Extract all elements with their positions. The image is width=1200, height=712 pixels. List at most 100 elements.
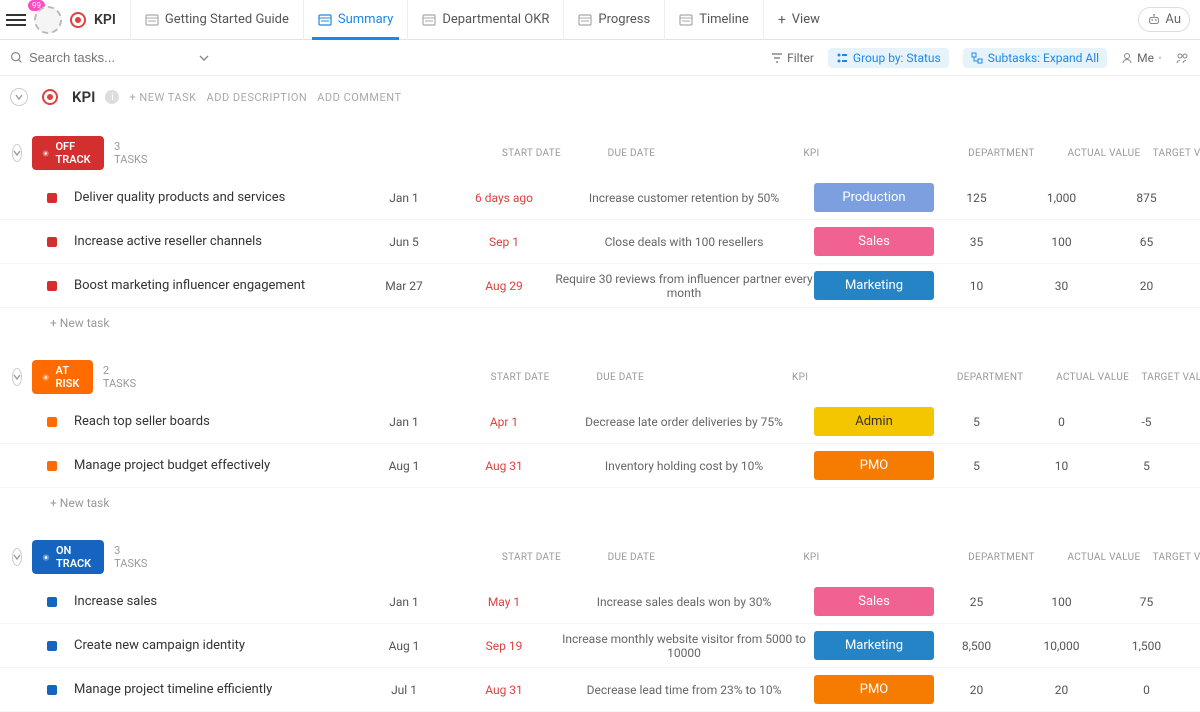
task-status-icon[interactable] [47,193,57,203]
info-icon[interactable]: i [105,90,119,104]
task-status-icon[interactable] [47,641,57,651]
task-due-date[interactable]: May 1 [454,595,554,609]
task-actual[interactable]: 20 [934,683,1019,697]
search-box[interactable] [10,50,149,65]
task-target[interactable]: 20 [1019,683,1104,697]
task-department[interactable]: Production [814,183,934,212]
task-row[interactable]: Reach top seller boards Jan 1 Apr 1 Decr… [0,400,1200,444]
task-kpi[interactable]: Decrease lead time from 23% to 10% [554,683,814,697]
task-kpi[interactable]: Increase monthly website visitor from 50… [554,632,814,660]
task-kpi[interactable]: Inventory holding cost by 10% [554,459,814,473]
col-start[interactable]: START DATE [470,372,570,383]
col-target[interactable]: TARGET VALUE [1146,552,1200,563]
col-actual[interactable]: ACTUAL VALUE [1050,372,1135,383]
task-name[interactable]: Manage project timeline efficiently [74,682,354,697]
task-due-date[interactable]: Sep 19 [454,639,554,653]
task-start-date[interactable]: Aug 1 [354,639,454,653]
col-target[interactable]: TARGET VALUE [1146,148,1200,159]
task-start-date[interactable]: Jun 5 [354,235,454,249]
task-due-date[interactable]: Sep 1 [454,235,554,249]
task-name[interactable]: Increase sales [74,594,354,609]
task-due-date[interactable]: Aug 31 [454,683,554,697]
col-dept[interactable]: DEPARTMENT [941,148,1061,159]
task-target[interactable]: 100 [1019,235,1104,249]
task-row[interactable]: Manage project budget effectively Aug 1 … [0,444,1200,488]
task-start-date[interactable]: Jan 1 [354,415,454,429]
add-description-button[interactable]: ADD DESCRIPTION [207,91,308,104]
task-department[interactable]: Sales [814,227,934,256]
task-status-icon[interactable] [47,461,57,471]
task-actual[interactable]: 5 [934,415,1019,429]
task-row[interactable]: Create new campaign identity Aug 1 Sep 1… [0,624,1200,668]
col-start[interactable]: START DATE [481,148,581,159]
group-badge[interactable]: OFF TRACK [32,136,104,170]
col-actual[interactable]: ACTUAL VALUE [1061,148,1146,159]
search-input[interactable] [29,50,149,65]
tab-timeline[interactable]: Timeline [664,0,763,40]
task-target[interactable]: 1,000 [1019,191,1104,205]
col-dept[interactable]: DEPARTMENT [930,372,1050,383]
task-diff[interactable]: -5 [1104,415,1189,429]
task-target[interactable]: 10,000 [1019,639,1104,653]
filter-button[interactable]: Filter [771,51,814,65]
task-status-icon[interactable] [47,237,57,247]
task-start-date[interactable]: Jul 1 [354,683,454,697]
col-kpi[interactable]: KPI [681,552,941,563]
new-task-button[interactable]: + NEW TASK [129,91,196,104]
col-due[interactable]: DUE DATE [581,552,681,563]
task-kpi[interactable]: Increase customer retention by 50% [554,191,814,205]
col-dept[interactable]: DEPARTMENT [941,552,1061,563]
task-name[interactable]: Reach top seller boards [74,414,354,429]
task-due-date[interactable]: Aug 29 [454,279,554,293]
me-button[interactable]: Me • [1121,51,1162,65]
task-target[interactable]: 10 [1019,459,1104,473]
automation-button[interactable]: Au [1138,7,1190,32]
task-department[interactable]: Marketing [814,271,934,300]
task-due-date[interactable]: 6 days ago [454,191,554,205]
col-kpi[interactable]: KPI [681,148,941,159]
task-department[interactable]: Marketing [814,631,934,660]
new-task-row[interactable]: + New task [0,308,1200,338]
task-row[interactable]: Boost marketing influencer engagement Ma… [0,264,1200,308]
task-diff[interactable]: 0 [1104,683,1189,697]
task-status-icon[interactable] [47,597,57,607]
task-row[interactable]: Increase active reseller channels Jun 5 … [0,220,1200,264]
search-dropdown[interactable] [199,53,209,63]
task-department[interactable]: Sales [814,587,934,616]
task-start-date[interactable]: Mar 27 [354,279,454,293]
task-diff[interactable]: 5 [1104,459,1189,473]
group-collapse-button[interactable] [12,144,22,162]
task-diff[interactable]: 20 [1104,279,1189,293]
task-status-icon[interactable] [47,685,57,695]
tab-departmental-okr[interactable]: Departmental OKR [407,0,563,40]
task-name[interactable]: Create new campaign identity [74,638,354,653]
task-due-date[interactable]: Apr 1 [454,415,554,429]
task-due-date[interactable]: Aug 31 [454,459,554,473]
task-status-icon[interactable] [47,417,57,427]
task-diff[interactable]: 75 [1104,595,1189,609]
col-actual[interactable]: ACTUAL VALUE [1061,552,1146,563]
group-collapse-button[interactable] [12,548,22,566]
task-status-icon[interactable] [47,281,57,291]
add-view-tab[interactable]: +View [763,0,834,40]
add-comment-button[interactable]: ADD COMMENT [317,91,401,104]
tab-summary[interactable]: Summary [303,0,407,40]
tab-getting-started-guide[interactable]: Getting Started Guide [130,0,303,40]
col-start[interactable]: START DATE [481,552,581,563]
assignees-icon[interactable] [1176,52,1190,64]
task-target[interactable]: 30 [1019,279,1104,293]
task-department[interactable]: Admin [814,407,934,436]
task-kpi[interactable]: Require 30 reviews from influencer partn… [554,272,814,300]
group-badge[interactable]: ON TRACK [32,540,104,574]
task-kpi[interactable]: Decrease late order deliveries by 75% [554,415,814,429]
task-actual[interactable]: 35 [934,235,1019,249]
task-target[interactable]: 100 [1019,595,1104,609]
task-row[interactable]: Increase sales Jan 1 May 1 Increase sale… [0,580,1200,624]
task-name[interactable]: Increase active reseller channels [74,234,354,249]
col-due[interactable]: DUE DATE [570,372,670,383]
task-diff[interactable]: 65 [1104,235,1189,249]
tab-progress[interactable]: Progress [563,0,664,40]
task-department[interactable]: PMO [814,451,934,480]
task-actual[interactable]: 10 [934,279,1019,293]
task-actual[interactable]: 125 [934,191,1019,205]
